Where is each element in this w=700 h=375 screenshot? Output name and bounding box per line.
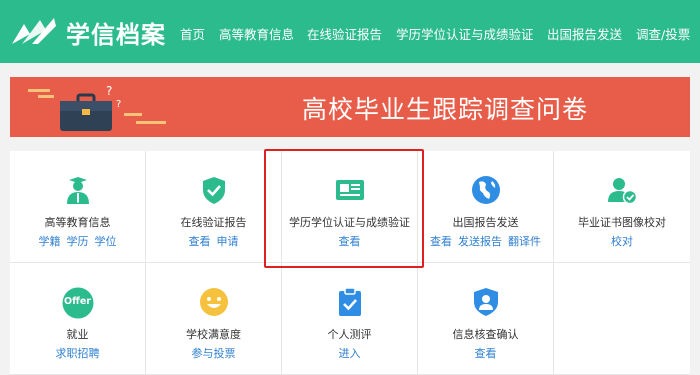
service-info-verification[interactable]: 信息核查确认 查看 [418,263,554,375]
link-job-search[interactable]: 求职招聘 [56,347,100,360]
svg-text:?: ? [116,99,121,110]
globe-icon [471,176,500,204]
service-overseas-report[interactable]: 出国报告发送 查看 发送报告 翻译件 [418,151,554,263]
link-proofread[interactable]: 校对 [611,235,633,248]
clipboard-check-icon [338,287,361,316]
logo-text[interactable]: 学信档案 [66,15,166,50]
link-academic-record[interactable]: 学历 [67,235,89,248]
link-view[interactable]: 查看 [475,347,497,360]
graduate-icon [66,177,89,204]
service-title: 毕业证书图像校对 [578,216,666,229]
nav-overseas-report[interactable]: 出国报告发送 [547,24,622,43]
link-view[interactable]: 查看 [430,235,452,248]
service-title: 就业 [66,328,89,341]
svg-text:?: ? [106,84,112,98]
smiley-icon [199,288,228,316]
service-personal-assessment[interactable]: 个人测评 进入 [282,263,418,375]
survey-banner[interactable]: ? ? 高校毕业生跟踪调查问卷 [10,77,690,137]
link-vote[interactable]: 参与投票 [192,347,236,360]
link-apply[interactable]: 申请 [217,235,239,248]
service-title: 在线验证报告 [180,216,247,229]
nav-survey-vote[interactable]: 调查/投票 [636,24,690,43]
nav-degree-certification[interactable]: 学历学位认证与成绩验证 [396,24,534,43]
service-higher-education-info[interactable]: 高等教育信息 学籍 学历 学位 [10,151,146,263]
briefcase-icon: ? ? [28,84,166,131]
service-school-satisfaction[interactable]: 学校满意度 参与投票 [146,263,282,375]
service-title: 高等教育信息 [44,216,111,229]
service-title: 信息核查确认 [452,328,519,341]
link-view[interactable]: 查看 [189,235,211,248]
service-title: 个人测评 [327,328,372,341]
service-empty-slot [554,263,690,375]
link-send-report[interactable]: 发送报告 [458,235,502,248]
offer-icon-text: Offer [64,296,91,307]
banner-title: 高校毕业生跟踪调查问卷 [302,95,589,124]
nav-online-verification-report[interactable]: 在线验证报告 [307,24,382,43]
service-title: 出国报告发送 [452,216,519,229]
user-check-icon [608,178,637,205]
shield-check-icon [202,177,225,204]
link-degree[interactable]: 学位 [95,235,117,248]
link-student-status[interactable]: 学籍 [39,235,61,248]
link-enter[interactable]: 进入 [339,347,361,360]
top-navbar: 学信档案 首页 高等教育信息 在线验证报告 学历学位认证与成绩验证 出国报告发送… [0,0,700,63]
service-title: 学校满意度 [186,328,241,341]
service-employment[interactable]: Offer 就业 求职招聘 [10,263,146,375]
link-translation[interactable]: 翻译件 [508,235,541,248]
service-diploma-image-check[interactable]: 毕业证书图像校对 校对 [554,151,690,263]
user-shield-icon [473,288,498,316]
nav-home[interactable]: 首页 [180,24,205,43]
service-online-verification-report[interactable]: 在线验证报告 查看 申请 [146,151,282,263]
nav-higher-education-info[interactable]: 高等教育信息 [219,24,294,43]
logo-icon[interactable] [10,16,58,48]
offer-icon: Offer [62,287,94,319]
highlight-box [264,149,424,268]
